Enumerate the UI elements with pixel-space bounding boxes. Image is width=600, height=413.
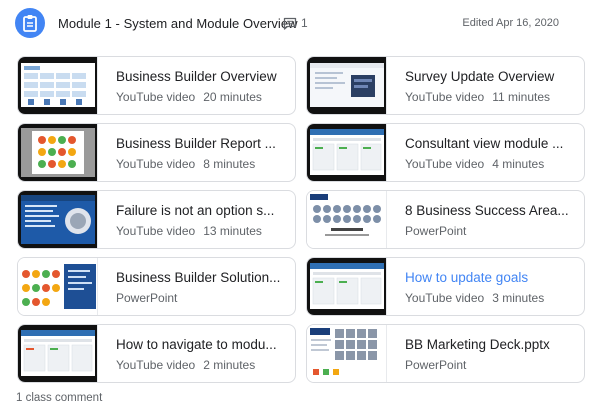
material-card[interactable]: How to update goals YouTube video 3 minut… <box>306 257 585 316</box>
material-card[interactable]: Business Builder Report ... YouTube vide… <box>17 123 296 182</box>
material-title[interactable]: Consultant view module ... <box>405 136 577 151</box>
material-card[interactable]: Business Builder Solution... PowerPoint <box>17 257 296 316</box>
video-thumbnail <box>18 57 98 114</box>
material-duration: 8 minutes <box>203 157 256 171</box>
material-type: YouTube video <box>116 224 196 238</box>
material-card[interactable]: Business Builder Overview YouTube video 2… <box>17 56 296 115</box>
material-type: PowerPoint <box>116 291 178 305</box>
material-title[interactable]: 8 Business Success Area... <box>405 203 577 218</box>
video-thumbnail <box>18 124 98 181</box>
material-title[interactable]: Failure is not an option s... <box>116 203 288 218</box>
material-type: PowerPoint <box>405 224 467 238</box>
post-header: Module 1 - System and Module Overview 1 … <box>0 0 600 46</box>
material-card[interactable]: BB Marketing Deck.pptx PowerPoint <box>306 324 585 383</box>
class-comments-link[interactable]: 1 class comment <box>16 392 102 404</box>
material-title[interactable]: Business Builder Solution... <box>116 270 288 285</box>
material-card[interactable]: Failure is not an option s... YouTube vi… <box>17 190 296 249</box>
material-card[interactable]: Consultant view module ... YouTube video… <box>306 123 585 182</box>
comment-indicator[interactable]: 1 <box>283 16 308 30</box>
video-thumbnail <box>307 124 387 181</box>
post-title[interactable]: Module 1 - System and Module Overview <box>58 16 298 31</box>
video-thumbnail <box>307 57 387 114</box>
material-type: PowerPoint <box>405 358 467 372</box>
material-title[interactable]: BB Marketing Deck.pptx <box>405 337 577 352</box>
material-title[interactable]: Survey Update Overview <box>405 69 577 84</box>
material-duration: 20 minutes <box>203 90 262 104</box>
material-duration: 4 minutes <box>492 157 545 171</box>
material-title[interactable]: How to update goals <box>405 270 577 285</box>
material-title[interactable]: How to navigate to modu... <box>116 337 288 352</box>
video-thumbnail <box>307 258 387 315</box>
material-type: YouTube video <box>116 358 196 372</box>
material-card[interactable]: How to navigate to modu... YouTube video… <box>17 324 296 383</box>
video-thumbnail <box>18 325 98 382</box>
material-card[interactable]: 8 Business Success Area... PowerPoint <box>306 190 585 249</box>
material-duration: 11 minutes <box>492 90 550 104</box>
slide-thumbnail <box>307 325 387 382</box>
material-card[interactable]: Survey Update Overview YouTube video 11 m… <box>306 56 585 115</box>
material-type: YouTube video <box>405 291 485 305</box>
assignment-icon <box>15 8 45 38</box>
comment-count: 1 <box>301 16 308 30</box>
material-duration: 13 minutes <box>203 224 262 238</box>
material-type: YouTube video <box>405 157 485 171</box>
material-duration: 3 minutes <box>492 291 545 305</box>
material-type: YouTube video <box>116 157 196 171</box>
slide-thumbnail <box>307 191 387 248</box>
slide-thumbnail <box>18 258 98 315</box>
material-duration: 2 minutes <box>203 358 256 372</box>
material-title[interactable]: Business Builder Report ... <box>116 136 288 151</box>
material-title[interactable]: Business Builder Overview <box>116 69 288 84</box>
video-thumbnail <box>18 191 98 248</box>
edited-date: Edited Apr 16, 2020 <box>462 17 559 29</box>
material-type: YouTube video <box>116 90 196 104</box>
material-type: YouTube video <box>405 90 485 104</box>
comment-icon <box>283 17 297 30</box>
